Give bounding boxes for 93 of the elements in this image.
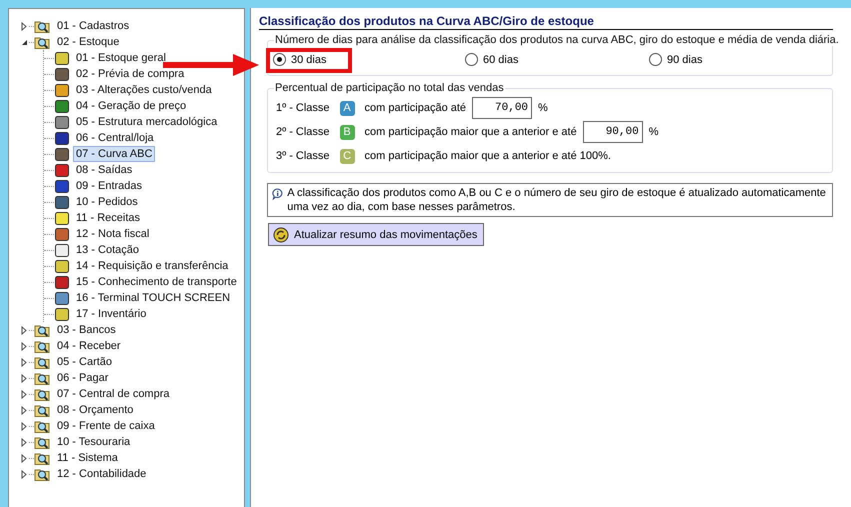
folder-icon xyxy=(34,354,51,370)
tree-item[interactable]: 12 - Contabilidade xyxy=(54,466,150,482)
tree-item[interactable]: 14 - Requisição e transferência xyxy=(73,258,232,274)
module-icon xyxy=(54,162,70,178)
module-icon xyxy=(54,242,70,258)
tree-item[interactable]: 11 - Receitas xyxy=(73,210,143,226)
expand-icon[interactable] xyxy=(21,422,27,430)
module-icon xyxy=(54,82,70,98)
folder-icon xyxy=(34,322,51,338)
radio-option[interactable]: 30 dias xyxy=(273,48,326,71)
folder-icon xyxy=(34,338,51,354)
group-legend: Número de dias para análise da classificação dos produtos na curva ABC, giro do estoque e média de venda diária. xyxy=(274,34,840,46)
tree-item[interactable]: 04 - Receber xyxy=(54,338,124,354)
class-condition: com participação maior que a anterior e até xyxy=(364,126,577,138)
tree-item[interactable]: 16 - Terminal TOUCH SCREEN xyxy=(73,290,234,306)
panel-title: Classificação dos produtos na Curva ABC/Giro de estoque xyxy=(259,14,833,30)
class-label: 2º - Classe xyxy=(276,126,330,138)
tree-item[interactable]: 05 - Cartão xyxy=(54,354,116,370)
tree-item[interactable]: 09 - Entradas xyxy=(73,178,146,194)
expand-icon[interactable] xyxy=(21,358,27,366)
module-icon xyxy=(54,306,70,322)
tree-item[interactable]: 01 - Cadastros xyxy=(54,18,132,34)
tree-item[interactable]: 10 - Tesouraria xyxy=(54,434,134,450)
module-icon xyxy=(54,66,70,82)
expand-icon[interactable] xyxy=(21,22,27,30)
folder-icon xyxy=(34,434,51,450)
module-icon xyxy=(54,194,70,210)
collapse-icon[interactable] xyxy=(20,38,28,46)
folder-icon xyxy=(34,34,51,50)
percent-unit: % xyxy=(648,126,658,138)
class-badge: A xyxy=(340,100,355,116)
tree-item[interactable]: 13 - Cotação xyxy=(73,242,142,258)
module-icon xyxy=(54,130,70,146)
tree-item[interactable]: 06 - Pagar xyxy=(54,370,112,386)
expand-icon[interactable] xyxy=(21,406,27,414)
tree-item[interactable]: 15 - Conhecimento de transporte xyxy=(73,274,240,290)
tree-item[interactable]: 17 - Inventário xyxy=(73,306,150,322)
class-label: 1º - Classe xyxy=(276,102,330,114)
folder-icon xyxy=(34,370,51,386)
module-icon xyxy=(54,226,70,242)
module-icon xyxy=(54,114,70,130)
tree-item[interactable]: 03 - Alterações custo/venda xyxy=(73,82,215,98)
tree-item[interactable]: 02 - Prévia de compra xyxy=(73,66,188,82)
folder-icon xyxy=(34,466,51,482)
class-badge: C xyxy=(340,148,355,164)
folder-icon xyxy=(34,402,51,418)
tree-item[interactable]: 01 - Estoque geral xyxy=(73,50,169,66)
tree-item[interactable]: 02 - Estoque xyxy=(54,34,122,50)
tree-item[interactable]: 10 - Pedidos xyxy=(73,194,141,210)
tree-item[interactable]: 12 - Nota fiscal xyxy=(73,226,152,242)
module-icon xyxy=(54,258,70,274)
module-icon xyxy=(54,210,70,226)
folder-icon xyxy=(34,418,51,434)
tree-item[interactable]: 05 - Estrutura mercadológica xyxy=(73,114,220,130)
refresh-icon xyxy=(273,226,289,242)
expand-icon[interactable] xyxy=(21,438,27,446)
refresh-button[interactable]: Atualizar resumo das movimentações xyxy=(268,223,484,246)
tree-item[interactable]: 07 - Curva ABC xyxy=(73,146,156,162)
module-icon xyxy=(54,290,70,306)
class-condition: com participação maior que a anterior e até 100%. xyxy=(364,150,611,162)
expand-icon[interactable] xyxy=(21,390,27,398)
radio-option[interactable]: 60 dias xyxy=(465,48,518,71)
tree-item[interactable]: 08 - Saídas xyxy=(73,162,136,178)
class-label: 3º - Classe xyxy=(276,150,330,162)
tree-item[interactable]: 11 - Sistema xyxy=(54,450,121,466)
info-text: A classificação dos produtos como A,B ou C e o número de seu giro de estoque é atualizado automaticamente uma vez ao dia, com base nesses parâmetros. xyxy=(287,186,826,214)
tree-item[interactable]: 09 - Frente de caixa xyxy=(54,418,158,434)
tree-item[interactable]: 04 - Geração de preço xyxy=(73,98,190,114)
module-icon xyxy=(54,98,70,114)
radio-option[interactable]: 90 dias xyxy=(649,48,702,71)
group-legend: Percentual de participação no total das vendas xyxy=(274,82,505,94)
expand-icon[interactable] xyxy=(21,326,27,334)
expand-icon[interactable] xyxy=(21,470,27,478)
tree-item[interactable]: 07 - Central de compra xyxy=(54,386,172,402)
tree-item[interactable]: 08 - Orçamento xyxy=(54,402,136,418)
class-condition: com participação até xyxy=(364,102,466,114)
info-icon xyxy=(272,186,284,202)
folder-icon xyxy=(34,450,51,466)
percent-field[interactable]: 70,00 xyxy=(472,97,532,119)
module-icon xyxy=(54,178,70,194)
class-badge: B xyxy=(340,124,355,140)
folder-icon xyxy=(34,386,51,402)
expand-icon[interactable] xyxy=(21,342,27,350)
module-icon xyxy=(54,274,70,290)
module-icon xyxy=(54,146,70,162)
tree-item[interactable]: 06 - Central/loja xyxy=(73,130,157,146)
expand-icon[interactable] xyxy=(21,454,27,462)
module-icon xyxy=(54,50,70,66)
expand-icon[interactable] xyxy=(21,374,27,382)
percent-unit: % xyxy=(538,102,548,114)
percent-field[interactable]: 90,00 xyxy=(582,121,643,143)
folder-icon xyxy=(34,18,51,34)
tree-item[interactable]: 03 - Bancos xyxy=(54,322,119,338)
